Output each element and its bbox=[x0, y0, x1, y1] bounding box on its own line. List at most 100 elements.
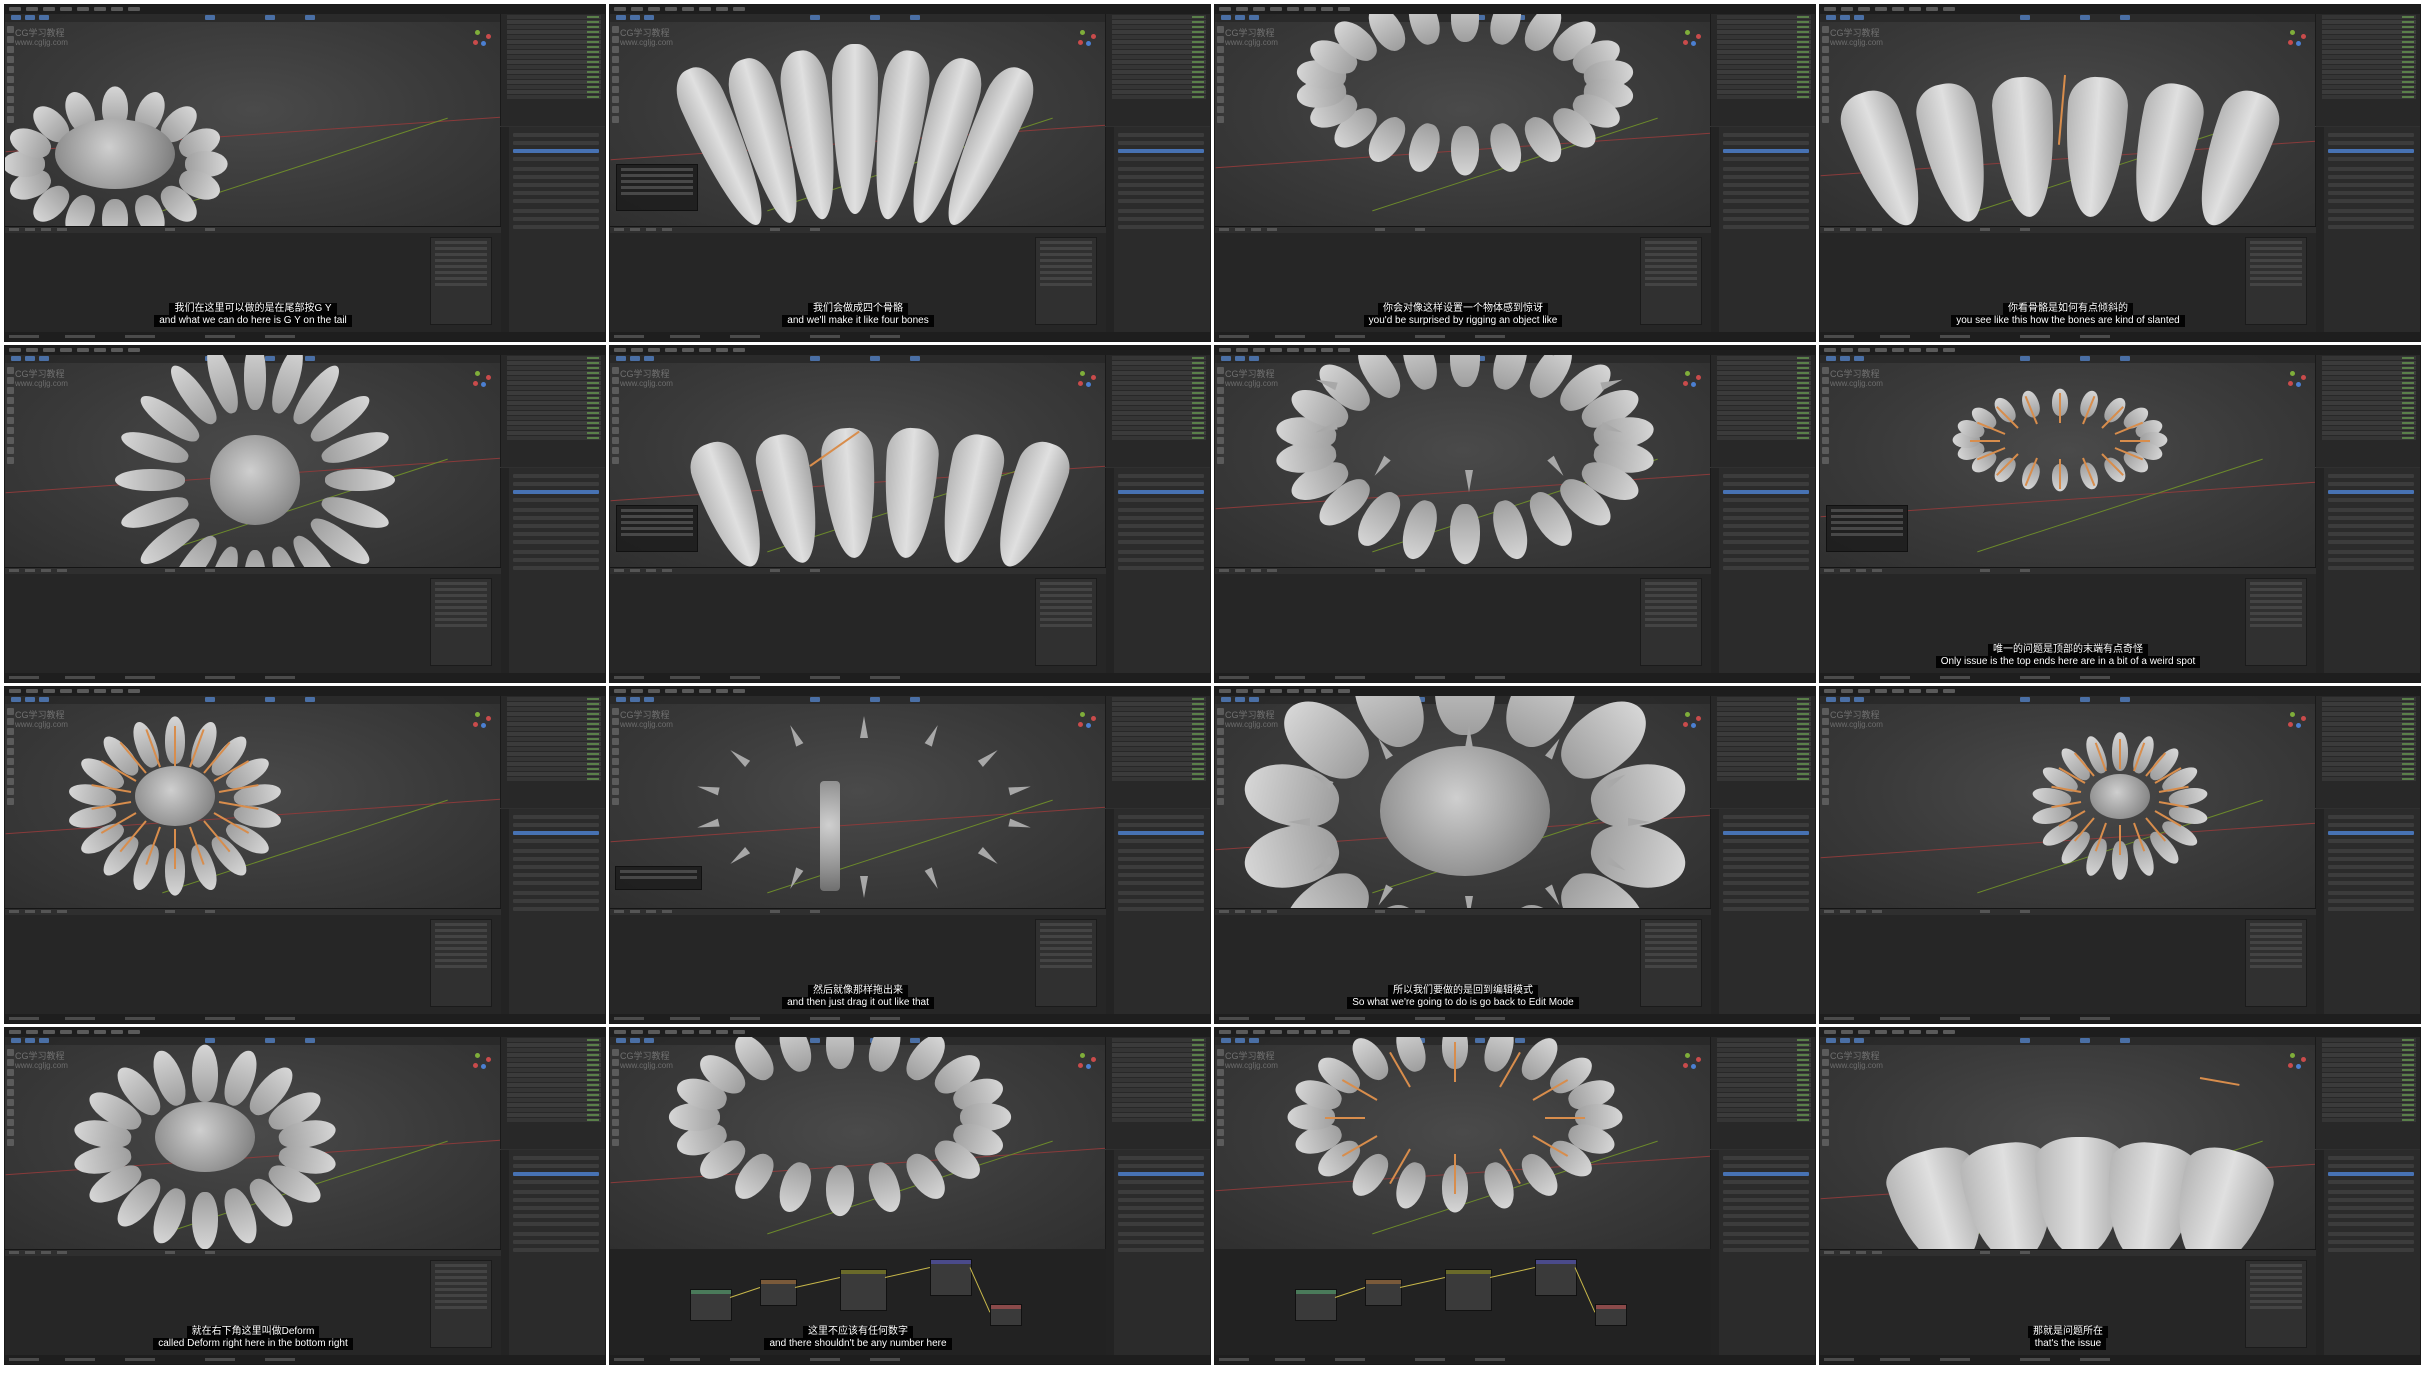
3d-viewport[interactable]: CG学习教程 www.cgljg.com bbox=[1820, 14, 2316, 226]
property-field[interactable] bbox=[1118, 873, 1204, 877]
tool-icon[interactable] bbox=[1217, 1119, 1224, 1126]
bone-spike[interactable] bbox=[1465, 726, 1473, 748]
property-field[interactable] bbox=[1723, 1156, 1809, 1160]
gizmo-axis-icon[interactable] bbox=[486, 34, 491, 39]
tool-icon[interactable] bbox=[7, 417, 14, 424]
tool-icon[interactable] bbox=[1822, 788, 1829, 795]
tool-icon[interactable] bbox=[1217, 718, 1224, 725]
armature-bone[interactable] bbox=[2059, 459, 2061, 489]
property-field[interactable] bbox=[1118, 149, 1204, 153]
menu-item[interactable] bbox=[9, 689, 21, 693]
outliner-row[interactable] bbox=[1112, 381, 1206, 385]
outliner-panel[interactable] bbox=[1105, 355, 1210, 467]
timeline-control[interactable] bbox=[1840, 569, 1850, 572]
outliner-row[interactable] bbox=[507, 737, 601, 741]
timeline-control[interactable] bbox=[1840, 228, 1850, 231]
outliner-row[interactable] bbox=[2322, 55, 2416, 59]
outliner-row[interactable] bbox=[2322, 742, 2416, 746]
property-field[interactable] bbox=[513, 209, 599, 213]
outliner-row[interactable] bbox=[507, 777, 601, 781]
bone-spike[interactable] bbox=[925, 867, 942, 891]
outliner-row[interactable] bbox=[1717, 366, 1811, 370]
shader-node[interactable] bbox=[1535, 1259, 1577, 1296]
bone-spike[interactable] bbox=[727, 846, 751, 867]
property-field[interactable] bbox=[513, 857, 599, 861]
timeline-control[interactable] bbox=[1375, 569, 1385, 572]
menu-item[interactable] bbox=[1270, 1030, 1282, 1034]
property-field[interactable] bbox=[1723, 508, 1809, 512]
outliner-row[interactable] bbox=[2322, 406, 2416, 410]
outliner-row[interactable] bbox=[507, 436, 601, 440]
tool-icon[interactable] bbox=[1822, 1089, 1829, 1096]
header-button[interactable] bbox=[616, 15, 626, 20]
tool-icon[interactable] bbox=[7, 397, 14, 404]
bone-spike[interactable] bbox=[1288, 818, 1310, 826]
property-field[interactable] bbox=[2328, 550, 2414, 554]
outliner-row[interactable] bbox=[1717, 757, 1811, 761]
property-field[interactable] bbox=[513, 558, 599, 562]
menu-item[interactable] bbox=[1858, 348, 1870, 352]
side-panel[interactable] bbox=[2245, 919, 2307, 1007]
timeline-control[interactable] bbox=[1235, 569, 1245, 572]
property-field[interactable] bbox=[2328, 482, 2414, 486]
tool-icon[interactable] bbox=[1217, 1129, 1224, 1136]
tool-icon[interactable] bbox=[612, 377, 619, 384]
3d-viewport[interactable]: CG学习教程 www.cgljg.com bbox=[1215, 1037, 1711, 1249]
tool-icon[interactable] bbox=[1217, 1109, 1224, 1116]
property-field[interactable] bbox=[513, 183, 599, 187]
tool-icon[interactable] bbox=[7, 778, 14, 785]
menu-item[interactable] bbox=[1321, 7, 1333, 11]
outliner-row[interactable] bbox=[2322, 702, 2416, 706]
properties-tabs[interactable] bbox=[2316, 127, 2324, 332]
tool-shelf[interactable] bbox=[1822, 367, 1829, 464]
tool-icon[interactable] bbox=[1217, 96, 1224, 103]
timeline-control[interactable] bbox=[41, 569, 51, 572]
tool-icon[interactable] bbox=[1822, 96, 1829, 103]
outliner-row[interactable] bbox=[1717, 386, 1811, 390]
outliner-row[interactable] bbox=[2322, 376, 2416, 380]
property-field[interactable] bbox=[513, 524, 599, 528]
menu-item[interactable] bbox=[614, 7, 626, 11]
tool-icon[interactable] bbox=[7, 66, 14, 73]
outliner-row[interactable] bbox=[507, 20, 601, 24]
property-field[interactable] bbox=[513, 157, 599, 161]
outliner-row[interactable] bbox=[1112, 366, 1206, 370]
outliner-row[interactable] bbox=[1717, 376, 1811, 380]
tool-icon[interactable] bbox=[1822, 1079, 1829, 1086]
timeline-control[interactable] bbox=[770, 910, 780, 913]
outliner-row[interactable] bbox=[507, 80, 601, 84]
tool-shelf[interactable] bbox=[7, 708, 14, 805]
properties-panel[interactable] bbox=[1710, 1150, 1815, 1355]
property-field[interactable] bbox=[1723, 524, 1809, 528]
property-field[interactable] bbox=[1118, 1232, 1204, 1236]
tool-icon[interactable] bbox=[1217, 758, 1224, 765]
tool-icon[interactable] bbox=[7, 728, 14, 735]
timeline-control[interactable] bbox=[41, 228, 51, 231]
property-field[interactable] bbox=[1118, 474, 1204, 478]
timeline-control[interactable] bbox=[1872, 1251, 1882, 1254]
property-field[interactable] bbox=[1723, 881, 1809, 885]
viewport-header[interactable] bbox=[1820, 14, 2316, 22]
outliner-row[interactable] bbox=[1112, 40, 1206, 44]
menu-item[interactable] bbox=[1219, 689, 1231, 693]
outliner-row[interactable] bbox=[507, 772, 601, 776]
menu-item[interactable] bbox=[699, 7, 711, 11]
outliner-row[interactable] bbox=[507, 762, 601, 766]
tool-icon[interactable] bbox=[612, 457, 619, 464]
outliner-row[interactable] bbox=[1112, 376, 1206, 380]
property-field[interactable] bbox=[1118, 857, 1204, 861]
tool-icon[interactable] bbox=[7, 1079, 14, 1086]
outliner-row[interactable] bbox=[1112, 1113, 1206, 1117]
properties-tabs[interactable] bbox=[1106, 468, 1114, 673]
menu-item[interactable] bbox=[1892, 1030, 1904, 1034]
outliner-row[interactable] bbox=[1717, 371, 1811, 375]
tool-icon[interactable] bbox=[612, 116, 619, 123]
menu-item[interactable] bbox=[60, 7, 72, 11]
outliner-row[interactable] bbox=[1112, 767, 1206, 771]
armature-bone[interactable] bbox=[1454, 1042, 1456, 1082]
property-field[interactable] bbox=[513, 1180, 599, 1184]
tool-icon[interactable] bbox=[1217, 1049, 1224, 1056]
outliner-row[interactable] bbox=[1112, 1078, 1206, 1082]
timeline-control[interactable] bbox=[1267, 910, 1277, 913]
tool-shelf[interactable] bbox=[1217, 708, 1224, 805]
